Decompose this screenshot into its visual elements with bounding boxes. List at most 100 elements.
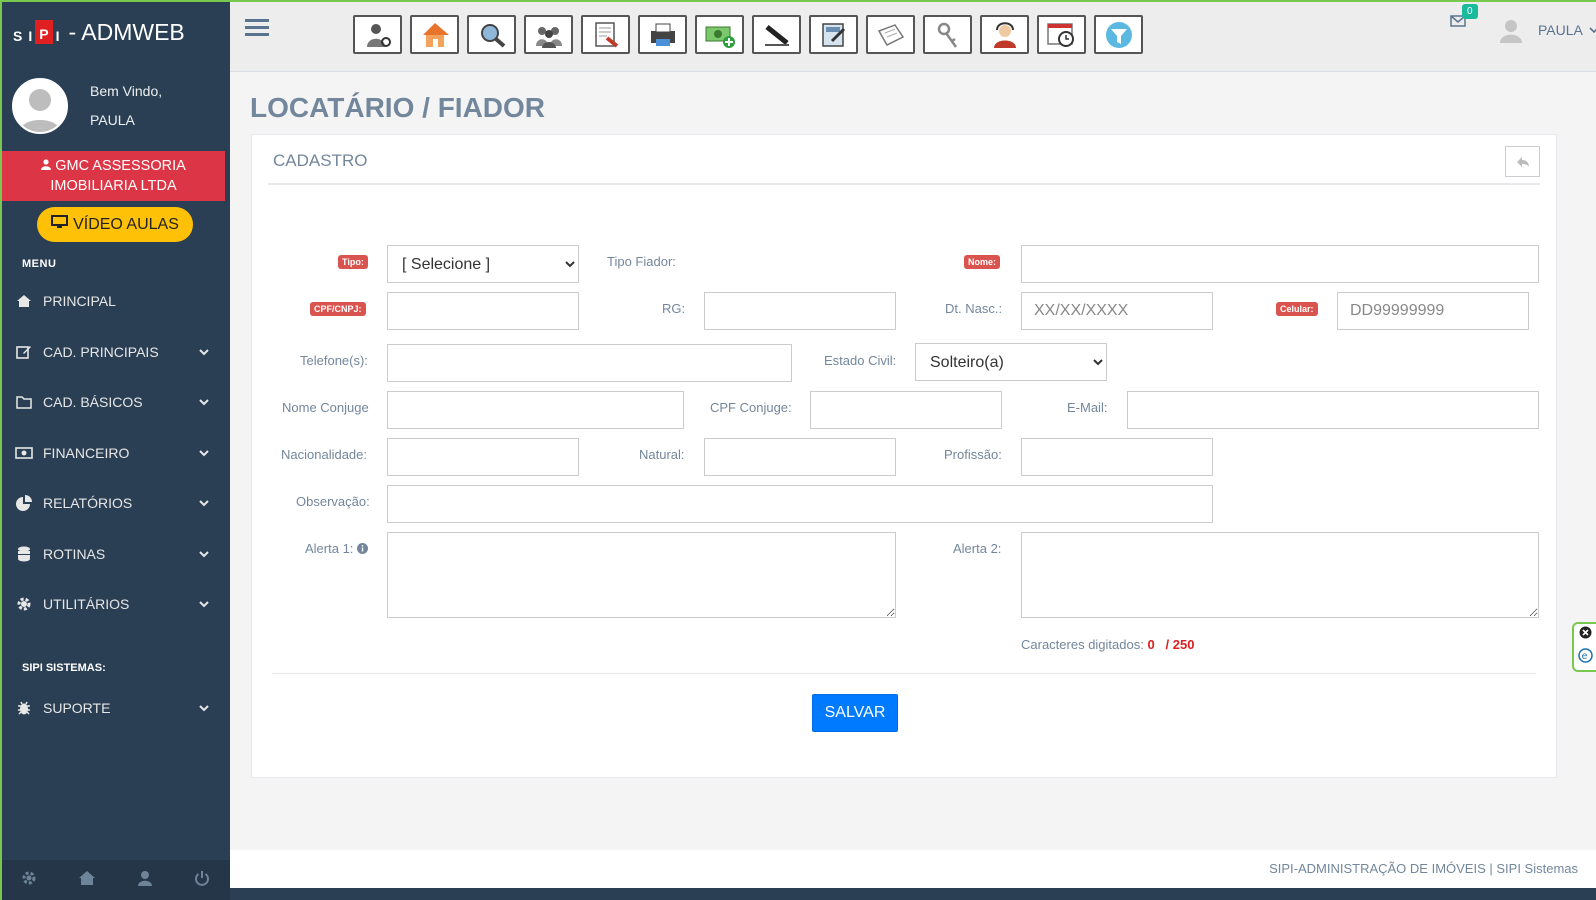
sidebar-footer <box>0 860 230 900</box>
house-icon <box>422 22 449 47</box>
tool-schedule-button[interactable] <box>1037 15 1086 54</box>
save-button[interactable]: SALVAR <box>812 694 898 732</box>
nome-conjuge-input[interactable] <box>387 391 684 429</box>
chevron-down-icon <box>199 705 209 712</box>
home-icon[interactable] <box>78 870 96 891</box>
observacao-label: Observação: <box>296 494 370 509</box>
filter-icon <box>1105 21 1132 48</box>
alerta2-label: Alerta 2: <box>953 541 1002 556</box>
nome-conjuge-label: Nome Conjuge <box>282 400 369 415</box>
floating-widget: e <box>1572 622 1596 672</box>
char-counter: Caracteres digitados: 0 / 250 <box>1021 637 1195 652</box>
sidebar-item-cad-basicos[interactable]: CAD. BÁSICOS <box>0 377 230 428</box>
cpf-conjuge-input[interactable] <box>810 391 1002 429</box>
pie-chart-icon <box>14 493 34 513</box>
avatar <box>12 78 68 134</box>
sidebar-item-utilitarios[interactable]: UTILITÁRIOS <box>0 579 230 630</box>
group-icon <box>535 26 562 48</box>
email-input[interactable] <box>1127 391 1539 429</box>
tipo-fiador-label: Tipo Fiador: <box>607 254 676 269</box>
tool-calculator-button[interactable] <box>809 15 858 54</box>
estado-civil-select[interactable]: Solteiro(a) <box>915 343 1107 381</box>
monitor-icon <box>51 215 69 234</box>
user-icon[interactable] <box>137 870 153 891</box>
nacionalidade-input[interactable] <box>387 438 579 476</box>
tool-filter-button[interactable] <box>1094 15 1143 54</box>
tool-home-button[interactable] <box>410 15 459 54</box>
dt-nasc-label: Dt. Nasc.: <box>945 301 1003 316</box>
company-banner[interactable]: GMC ASSESSORIA IMOBILIARIA LTDA <box>2 151 225 201</box>
tool-print-button[interactable] <box>638 15 687 54</box>
printer-icon <box>650 23 675 46</box>
video-lessons-button[interactable]: VÍDEO AULAS <box>37 207 193 242</box>
power-icon[interactable] <box>194 870 210 891</box>
tool-client-button[interactable] <box>353 15 402 54</box>
chevron-down-icon <box>199 399 209 406</box>
chevron-down-icon <box>199 500 209 507</box>
menu-title: MENU <box>22 258 57 270</box>
tool-support-button[interactable] <box>980 15 1029 54</box>
nome-label: Nome: <box>964 255 1001 269</box>
observacao-input[interactable] <box>387 485 1213 523</box>
sidebar: S I P I - ADMWEB Bem Vindo, PAULA GMC AS… <box>0 0 230 900</box>
email-label: E-Mail: <box>1067 400 1108 415</box>
tool-money-button[interactable] <box>695 15 744 54</box>
settings-icon[interactable] <box>21 870 37 891</box>
profissao-label: Profissão: <box>944 447 1002 462</box>
document-stamp-icon <box>594 21 618 48</box>
alerta2-textarea[interactable] <box>1021 532 1539 618</box>
alerta1-textarea[interactable] <box>387 532 896 618</box>
sidebar-item-rotinas[interactable]: ROTINAS <box>0 529 230 580</box>
pen-icon <box>764 24 789 46</box>
dt-nasc-input[interactable] <box>1021 292 1213 330</box>
menu-toggle-icon[interactable] <box>245 18 269 43</box>
tool-signature-button[interactable] <box>752 15 801 54</box>
brand[interactable]: S I P I - ADMWEB <box>0 0 230 64</box>
folder-icon <box>14 392 34 412</box>
database-icon <box>14 544 34 564</box>
tool-search-button[interactable] <box>467 15 516 54</box>
sidebar-item-relatorios[interactable]: RELATÓRIOS <box>0 478 230 529</box>
nome-input[interactable] <box>1021 245 1539 283</box>
close-icon[interactable] <box>1579 626 1592 644</box>
shortcut-toolbar <box>353 15 1151 54</box>
sipi-logo: S I P I <box>10 20 62 44</box>
tool-contract-button[interactable] <box>581 15 630 54</box>
money-icon <box>14 443 34 463</box>
cpf-cnpj-label: CPF/CNPJ: <box>310 302 366 316</box>
messages-button[interactable]: 0 <box>1450 4 1478 32</box>
celular-input[interactable] <box>1337 292 1529 330</box>
rg-input[interactable] <box>704 292 896 330</box>
chevron-down-icon <box>199 349 209 356</box>
profissao-input[interactable] <box>1021 438 1213 476</box>
telefone-input[interactable] <box>387 344 792 382</box>
celular-label: Celular: <box>1276 302 1318 316</box>
tipo-select[interactable]: [ Selecione ] <box>387 245 579 283</box>
sidebar-item-financeiro[interactable]: FINANCEIRO <box>0 428 230 479</box>
user-menu[interactable]: PAULA <box>1498 17 1596 43</box>
back-button[interactable] <box>1505 146 1540 177</box>
calculator-icon <box>821 22 845 47</box>
welcome-user: PAULA <box>90 112 135 128</box>
company-name: GMC ASSESSORIA IMOBILIARIA LTDA <box>50 158 186 194</box>
tool-notes-button[interactable] <box>866 15 915 54</box>
messages-count-badge: 0 <box>1462 4 1478 19</box>
rg-label: RG: <box>662 301 686 316</box>
info-icon[interactable] <box>357 543 369 554</box>
edge-icon[interactable]: e <box>1577 648 1593 668</box>
tool-keys-button[interactable] <box>923 15 972 54</box>
sidebar-item-principal[interactable]: PRINCIPAL <box>0 276 230 327</box>
natural-label: Natural: <box>639 447 685 462</box>
sidebar-item-suporte[interactable]: SUPORTE <box>0 683 230 734</box>
avatar <box>1500 20 1522 43</box>
natural-input[interactable] <box>704 438 896 476</box>
char-max: / 250 <box>1165 637 1195 652</box>
tool-people-button[interactable] <box>524 15 573 54</box>
add-money-icon <box>705 26 735 48</box>
keys-icon <box>937 22 957 48</box>
cpf-cnpj-input[interactable] <box>387 292 579 330</box>
tipo-label: Tipo: <box>338 255 368 269</box>
sidebar-item-cad-principais[interactable]: CAD. PRINCIPAIS <box>0 327 230 378</box>
page-footer: SIPI-ADMINISTRAÇÃO DE IMÓVEIS | SIPI Sis… <box>230 850 1596 888</box>
cpf-conjuge-label: CPF Conjuge: <box>710 400 792 415</box>
